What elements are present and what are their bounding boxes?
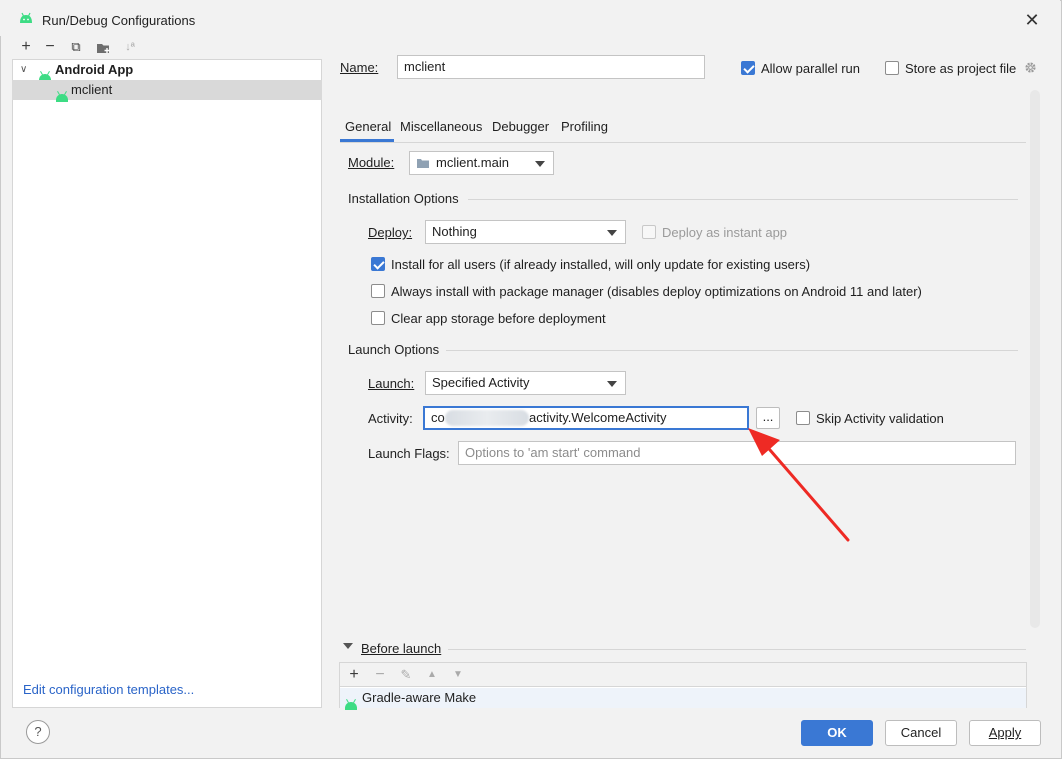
store-project-label: Store as project file [905, 61, 1017, 76]
activity-label: Activity: [368, 411, 413, 426]
chevron-down-icon [607, 230, 617, 236]
name-label: Name: [340, 60, 379, 75]
before-launch-toolbar: + − ✎ ▲ ▼ [340, 663, 1026, 687]
configuration-tree-panel [12, 36, 322, 708]
install-all-users-label: Install for all users (if already instal… [391, 257, 811, 272]
cancel-button[interactable]: Cancel [885, 720, 957, 746]
always-install-checkbox[interactable] [371, 284, 385, 298]
allow-parallel-label: Allow parallel run [761, 61, 860, 76]
instant-app-checkbox[interactable] [642, 225, 656, 239]
before-launch-item-label: Gradle-aware Make [362, 690, 477, 705]
launch-select[interactable]: Specified Activity [425, 371, 626, 395]
tab-general[interactable]: General [340, 116, 394, 142]
edit-templates-link[interactable]: Edit configuration templates... [23, 682, 194, 697]
deploy-label: Deploy: [368, 225, 413, 240]
sort-icon[interactable]: ↓ª [120, 37, 140, 57]
deploy-value: Nothing [432, 224, 477, 239]
add-icon[interactable]: + [16, 37, 36, 57]
install-all-users-checkbox[interactable] [371, 257, 385, 271]
tree-item-android-app[interactable]: ∨ Android App [12, 60, 322, 82]
annotation-arrow-icon [748, 428, 850, 542]
activity-value-prefix: co [431, 410, 445, 425]
dialog-title: Run/Debug Configurations [42, 13, 196, 28]
launch-flags-label: Launch Flags: [368, 446, 450, 461]
chevron-down-icon[interactable] [343, 643, 353, 649]
store-project-checkbox[interactable] [885, 61, 899, 75]
folder-icon[interactable] [96, 41, 112, 55]
chevron-down-icon [607, 381, 617, 387]
move-down-icon[interactable]: ▼ [448, 665, 468, 685]
tab-debugger[interactable]: Debugger [492, 116, 549, 142]
launch-divider [446, 350, 1018, 351]
close-icon[interactable]: ✕ [1020, 8, 1044, 32]
edit-icon[interactable]: ✎ [396, 665, 416, 685]
module-select[interactable]: mclient.main [409, 151, 554, 175]
launch-flags-field[interactable]: Options to 'am start' command [458, 441, 1016, 465]
tabs-divider [340, 142, 1026, 143]
ok-button[interactable]: OK [801, 720, 873, 746]
clear-storage-label: Clear app storage before deployment [391, 311, 606, 326]
chevron-down-icon [535, 161, 545, 167]
activity-field[interactable]: co activity.WelcomeActivity [423, 406, 749, 430]
module-value: mclient.main [436, 155, 509, 170]
tree-toolbar: + − ⧉ ↓ª [12, 36, 322, 60]
name-field[interactable]: mclient [397, 55, 705, 79]
android-icon [20, 12, 32, 23]
instant-app-label: Deploy as instant app [662, 225, 788, 240]
android-icon [345, 701, 357, 710]
vertical-scrollbar[interactable] [1030, 90, 1040, 628]
add-icon[interactable]: + [344, 665, 364, 685]
tree-item-mclient[interactable]: mclient [12, 80, 322, 102]
title-bar: Run/Debug Configurations ✕ [0, 0, 1060, 36]
chevron-down-icon[interactable]: ∨ [20, 60, 27, 80]
remove-icon[interactable]: − [370, 665, 390, 685]
remove-icon[interactable]: − [40, 37, 60, 57]
help-button[interactable]: ? [26, 720, 50, 744]
gear-icon[interactable] [1023, 60, 1038, 75]
before-launch-divider [448, 649, 1026, 650]
always-install-label: Always install with package manager (dis… [391, 284, 922, 299]
list-item[interactable]: Gradle-aware Make [340, 688, 1026, 710]
launch-label: Launch: [368, 376, 415, 391]
launch-value: Specified Activity [432, 375, 530, 390]
module-folder-icon [417, 159, 429, 168]
launch-flags-placeholder: Options to 'am start' command [465, 445, 641, 460]
deploy-select[interactable]: Nothing [425, 220, 626, 244]
copy-icon[interactable]: ⧉ [66, 37, 86, 57]
tab-profiling[interactable]: Profiling [561, 116, 608, 142]
launch-options-title: Launch Options [348, 342, 440, 357]
apply-button[interactable]: Apply [969, 720, 1041, 746]
before-launch-title: Before launch [361, 641, 442, 656]
android-icon [56, 93, 68, 102]
tree-item-label: Android App [55, 62, 134, 77]
move-up-icon[interactable]: ▲ [422, 665, 442, 685]
tree-item-label: mclient [71, 82, 113, 97]
tab-miscellaneous[interactable]: Miscellaneous [400, 116, 482, 142]
before-launch-panel: + − ✎ ▲ ▼ Gradle-aware Make [339, 662, 1027, 710]
module-label: Module: [348, 155, 395, 170]
installation-divider [468, 199, 1018, 200]
activity-value-suffix: activity.WelcomeActivity [529, 410, 667, 425]
redacted-text [445, 410, 529, 426]
installation-options-title: Installation Options [348, 191, 459, 206]
clear-storage-checkbox[interactable] [371, 311, 385, 325]
allow-parallel-checkbox[interactable] [741, 61, 755, 75]
